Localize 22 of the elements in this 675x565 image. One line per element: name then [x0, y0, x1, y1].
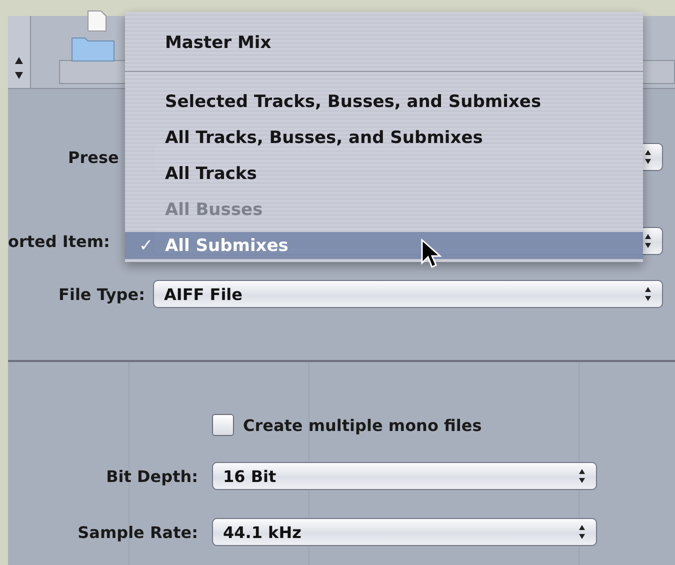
- scroll-down-icon[interactable]: [14, 71, 24, 80]
- menu-item[interactable]: Selected Tracks, Busses, and Submixes: [125, 84, 643, 120]
- field-label: orted Item:: [8, 232, 111, 250]
- file-type-popup[interactable]: AIFF File: [153, 280, 663, 308]
- check-icon: ✓: [139, 236, 154, 256]
- scroll-up-icon[interactable]: [14, 56, 24, 65]
- menu-item[interactable]: All Tracks, Busses, and Submixes: [125, 120, 643, 156]
- menu-item[interactable]: All Tracks: [125, 156, 643, 192]
- stepper-icon: [578, 524, 586, 540]
- pointer-icon: [420, 238, 442, 270]
- field-label: File Type:: [58, 284, 145, 304]
- field-label: Sample Rate:: [76, 522, 198, 542]
- menu-item[interactable]: Master Mix: [125, 25, 643, 61]
- checkbox-label: Create multiple mono files: [243, 416, 482, 434]
- checkbox[interactable]: [212, 414, 234, 436]
- document-icon: [86, 10, 108, 32]
- field-label: Bit Depth:: [105, 466, 198, 486]
- popup-menu[interactable]: 44.1 kHz: [212, 518, 597, 546]
- stepper-icon: [644, 286, 652, 302]
- field-label: Prese: [67, 148, 120, 166]
- stepper-icon: [578, 468, 586, 484]
- popup-menu[interactable]: 16 Bit: [212, 462, 597, 490]
